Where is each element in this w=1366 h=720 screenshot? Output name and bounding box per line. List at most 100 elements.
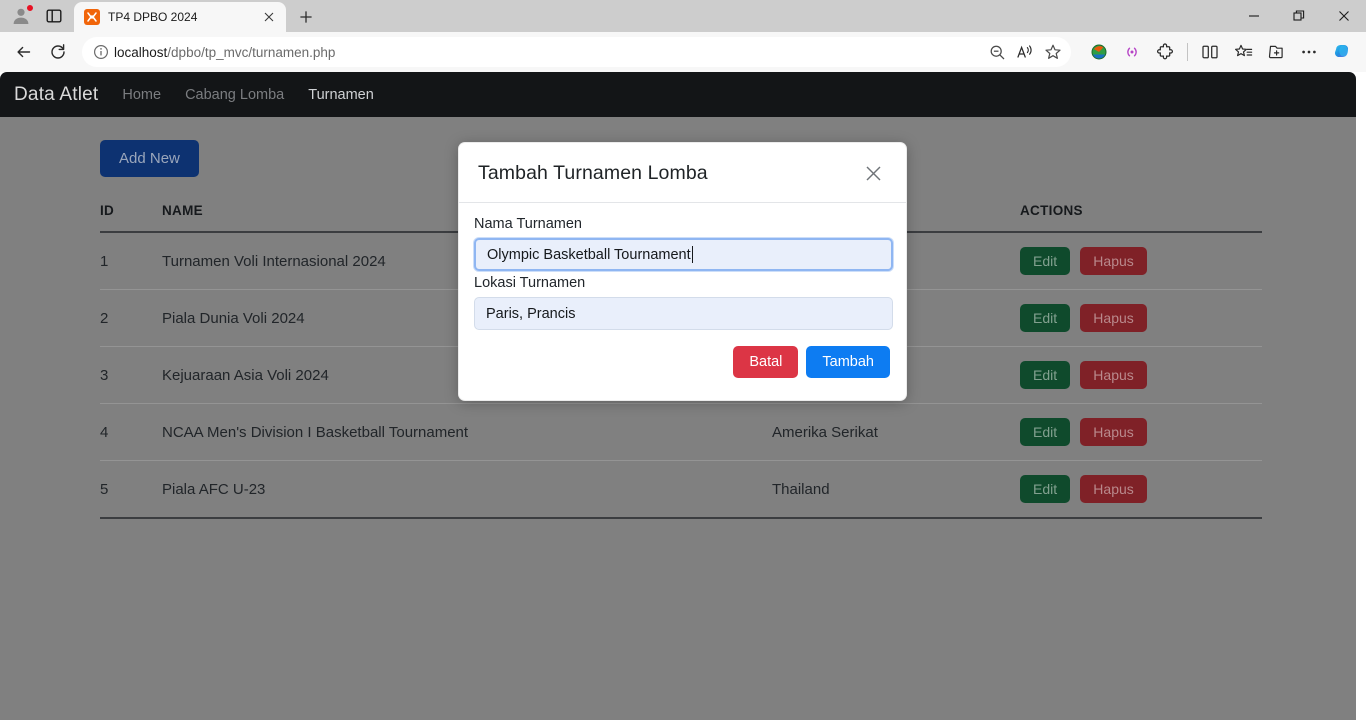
favorites-list-icon — [1234, 44, 1252, 57]
back-button[interactable] — [8, 36, 40, 68]
delete-button[interactable]: Hapus — [1080, 247, 1147, 275]
lokasi-turnamen-input[interactable]: Paris, Prancis — [474, 297, 893, 330]
cell-actions: Edit Hapus — [1020, 232, 1262, 290]
minimize-button[interactable] — [1231, 0, 1276, 32]
close-window-button[interactable] — [1321, 0, 1366, 32]
restore-icon — [1292, 10, 1304, 21]
delete-button[interactable]: Hapus — [1080, 475, 1147, 503]
address-bar[interactable]: localhost/dpbo/tp_mvc/turnamen.php — [82, 37, 1071, 67]
restore-button[interactable] — [1276, 0, 1321, 32]
browser-window: TP4 DPBO 2024 localhost/dpbo/tp_mvc/turn… — [0, 0, 1366, 720]
modal-footer: Batal Tambah — [459, 332, 906, 400]
browser-toolbar: localhost/dpbo/tp_mvc/turnamen.php — [0, 32, 1366, 72]
edit-button[interactable]: Edit — [1020, 475, 1071, 503]
cell-location: Amerika Serikat — [772, 403, 1020, 461]
header-id: ID — [100, 203, 162, 233]
browser-tab[interactable]: TP4 DPBO 2024 — [74, 2, 286, 32]
titlebar-left-controls — [0, 0, 68, 32]
tab-actions-icon[interactable] — [40, 3, 68, 29]
back-icon — [17, 46, 31, 58]
cell-id: 1 — [100, 232, 162, 290]
collections-add-icon — [1268, 45, 1283, 59]
idm-extension-button[interactable] — [1083, 36, 1115, 68]
notification-dot — [26, 4, 34, 12]
modal-title: Tambah Turnamen Lomba — [478, 161, 708, 184]
field-nama-turnamen: Nama Turnamen Olympic Basketball Tournam… — [474, 216, 893, 271]
window-controls — [1231, 0, 1366, 32]
close-x-icon — [264, 12, 274, 22]
cell-id: 5 — [100, 460, 162, 519]
split-screen-button[interactable] — [1194, 36, 1226, 68]
xampp-icon — [84, 9, 100, 25]
cell-actions: Edit Hapus — [1020, 289, 1262, 347]
delete-button[interactable]: Hapus — [1080, 418, 1147, 446]
tab-title: TP4 DPBO 2024 — [108, 10, 198, 24]
xampp-glyph-icon — [87, 12, 97, 22]
cast-icon — [1127, 47, 1137, 57]
cancel-button[interactable]: Batal — [733, 346, 799, 378]
read-aloud-button[interactable] — [1011, 39, 1039, 65]
favorite-button[interactable] — [1039, 39, 1067, 65]
page-viewport: Data Atlet Home Cabang Lomba Turnamen Ad… — [0, 72, 1366, 720]
field-lokasi-turnamen: Lokasi Turnamen Paris, Prancis — [474, 275, 893, 330]
minimize-icon — [1248, 15, 1259, 17]
url-path: /dpbo/tp_mvc/turnamen.php — [167, 44, 336, 60]
zoom-out-button[interactable] — [983, 39, 1011, 65]
nav-item-home[interactable]: Home — [122, 87, 161, 103]
ellipsis-icon — [1302, 50, 1316, 54]
edit-button[interactable]: Edit — [1020, 304, 1071, 332]
zoom-out-icon — [990, 45, 1004, 59]
modal-close-button[interactable] — [860, 160, 886, 186]
table-row: 4 NCAA Men's Division I Basketball Tourn… — [100, 403, 1262, 461]
more-settings-button[interactable] — [1293, 36, 1325, 68]
edit-button[interactable]: Edit — [1020, 361, 1071, 389]
tab-list-icon — [46, 9, 62, 23]
cell-name: NCAA Men's Division I Basketball Tournam… — [162, 403, 772, 461]
new-tab-button[interactable] — [292, 3, 320, 31]
tab-close-icon[interactable] — [260, 8, 278, 26]
copilot-icon — [1334, 44, 1349, 58]
favorite-star-icon — [1045, 44, 1061, 59]
nama-turnamen-input[interactable]: Olympic Basketball Tournament — [474, 238, 893, 271]
collections-favorites-button[interactable] — [1227, 36, 1259, 68]
site-brand[interactable]: Data Atlet — [14, 84, 98, 106]
site-navbar: Data Atlet Home Cabang Lomba Turnamen — [0, 72, 1356, 117]
toolbar-divider — [1187, 43, 1188, 61]
nav-item-turnamen[interactable]: Turnamen — [308, 87, 374, 103]
url-text: localhost/dpbo/tp_mvc/turnamen.php — [114, 45, 983, 60]
delete-button[interactable]: Hapus — [1080, 304, 1147, 332]
page-content-backdrop: Add New ID NAME ACTIONS 1 Turnamen Voli … — [0, 117, 1356, 720]
extensions-zone — [1079, 36, 1358, 68]
delete-button[interactable]: Hapus — [1080, 361, 1147, 389]
read-aloud-icon — [1017, 44, 1032, 58]
cell-actions: Edit Hapus — [1020, 403, 1262, 461]
info-circle-icon — [93, 44, 109, 60]
split-screen-icon — [1202, 45, 1218, 59]
extensions-button[interactable] — [1149, 36, 1181, 68]
reload-button[interactable] — [42, 36, 74, 68]
text-caret — [691, 246, 693, 263]
cell-actions: Edit Hapus — [1020, 460, 1262, 519]
add-new-button[interactable]: Add New — [100, 140, 199, 177]
edit-button[interactable]: Edit — [1020, 418, 1071, 446]
submit-button[interactable]: Tambah — [806, 346, 890, 378]
copilot-button[interactable] — [1326, 36, 1358, 68]
nav-item-cabang-lomba[interactable]: Cabang Lomba — [185, 87, 284, 103]
modal-header: Tambah Turnamen Lomba — [459, 143, 906, 203]
table-row: 5 Piala AFC U-23 Thailand Edit Hapus — [100, 460, 1262, 519]
cell-actions: Edit Hapus — [1020, 346, 1262, 404]
scrollbar-track[interactable] — [1356, 72, 1366, 720]
cast-button[interactable] — [1116, 36, 1148, 68]
label-nama-turnamen: Nama Turnamen — [474, 216, 582, 232]
add-to-collections-button[interactable] — [1260, 36, 1292, 68]
plus-icon — [300, 11, 312, 23]
cell-location: Thailand — [772, 460, 1020, 519]
cell-id: 2 — [100, 289, 162, 347]
profile-avatar[interactable] — [8, 3, 34, 29]
header-actions: ACTIONS — [1020, 203, 1262, 233]
site-info-icon[interactable] — [88, 39, 114, 65]
add-turnamen-modal: Tambah Turnamen Lomba Nama Turnamen Olym… — [458, 142, 907, 401]
web-page: Data Atlet Home Cabang Lomba Turnamen Ad… — [0, 72, 1356, 720]
edit-button[interactable]: Edit — [1020, 247, 1071, 275]
label-lokasi-turnamen: Lokasi Turnamen — [474, 275, 586, 291]
